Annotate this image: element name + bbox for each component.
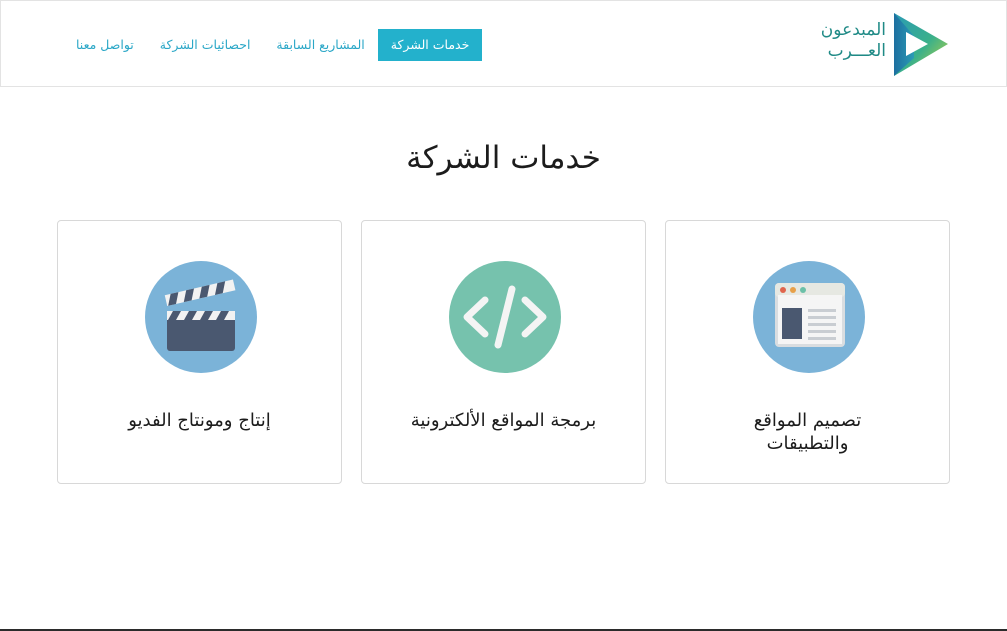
top-navbar: المبدعون العـــرب تواصل معنا احصائيات ال… — [0, 0, 1007, 87]
code-brackets-icon — [449, 261, 561, 373]
main-nav: تواصل معنا احصائيات الشركة المشاريع السا… — [63, 29, 483, 61]
nav-item-contact[interactable]: تواصل معنا — [63, 29, 147, 61]
service-label: إنتاج ومونتاج الفديو — [128, 410, 271, 431]
clapperboard-icon — [145, 261, 257, 373]
section-title: خدمات الشركة — [406, 140, 601, 176]
nav-item-services[interactable]: خدمات الشركة — [377, 29, 483, 61]
service-label: برمجة المواقع الألكترونية — [410, 410, 597, 431]
nav-item-previous-projects[interactable]: المشاريع السابقة — [263, 29, 377, 61]
logo-line-1: المبدعون — [820, 20, 886, 40]
logo-line-2: العـــرب — [827, 41, 886, 61]
nav-item-statistics[interactable]: احصائيات الشركة — [147, 29, 264, 61]
service-label: تصميم المواقع والتطبيقات — [753, 410, 862, 454]
play-triangle-logo-icon — [894, 13, 948, 76]
browser-window-icon — [753, 261, 865, 373]
logo-text: المبدعون العـــرب — [806, 20, 886, 62]
brand-logo[interactable]: المبدعون العـــرب — [810, 12, 950, 78]
service-card-programming[interactable]: برمجة المواقع الألكترونية — [361, 220, 646, 484]
page: المبدعون العـــرب تواصل معنا احصائيات ال… — [0, 0, 1007, 631]
service-card-design[interactable]: تصميم المواقع والتطبيقات — [665, 220, 950, 484]
service-card-video[interactable]: إنتاج ومونتاج الفديو — [57, 220, 342, 484]
